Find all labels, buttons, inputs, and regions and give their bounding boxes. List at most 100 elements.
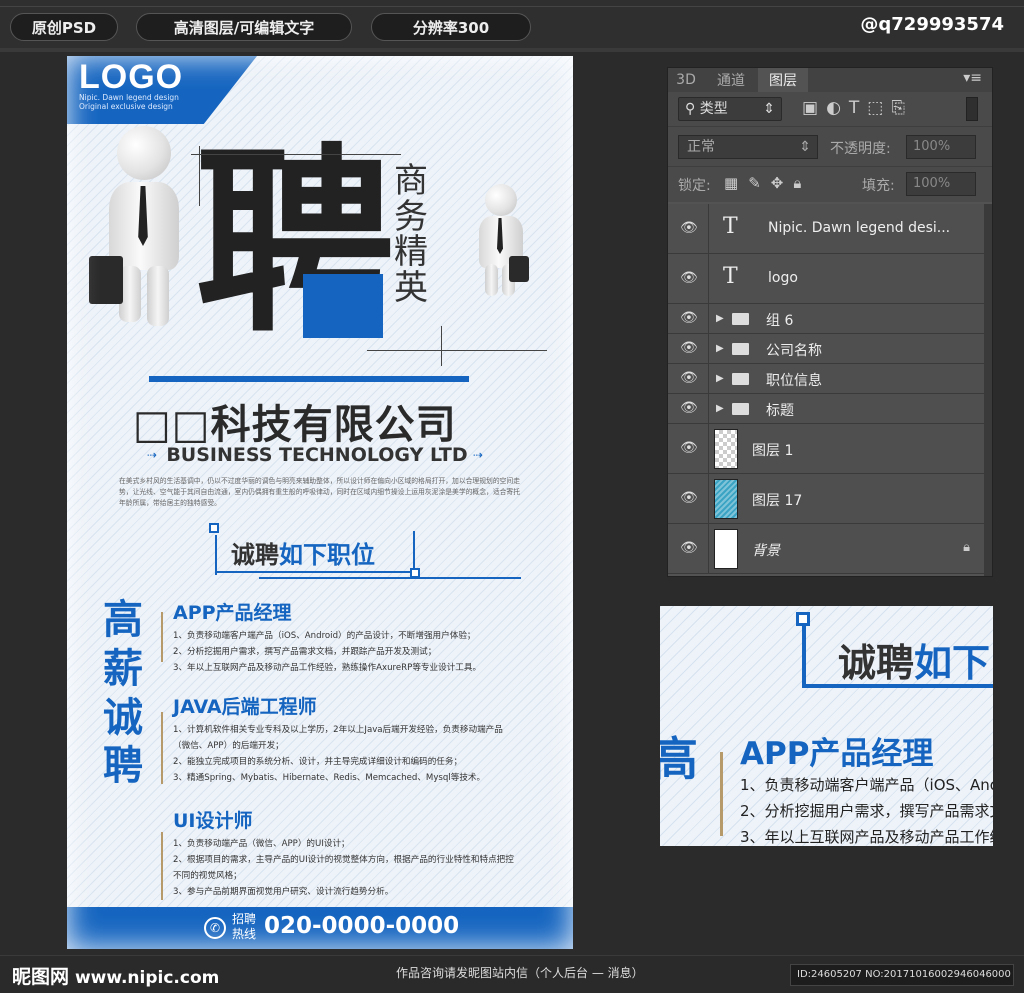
job-requirement: （微信、APP）的后端开发； bbox=[173, 740, 284, 751]
layer-item-group-6[interactable]: 👁︎ ▶ 组 6 bbox=[668, 304, 992, 334]
lock-move-icon[interactable]: ✥ bbox=[771, 174, 794, 192]
banner-underline bbox=[259, 577, 521, 579]
text-filter-icon[interactable]: T bbox=[849, 98, 867, 118]
folder-icon bbox=[732, 313, 749, 325]
filter-row: ⚲ 类型 ⇕ ▣◐T⬚⎘ bbox=[668, 92, 992, 126]
zoom-job-line: 2、分析挖掘用户需求，撰写产品需求文 bbox=[740, 802, 993, 820]
job-requirement: 3、年以上互联网产品及移动产品工作经验，熟练操作AxureRP等专业设计工具。 bbox=[173, 662, 482, 673]
zoom-banner-blue: 如下 bbox=[914, 641, 991, 685]
tab-channels[interactable]: 通道 bbox=[706, 68, 756, 92]
layer-thumbnail bbox=[714, 529, 738, 569]
eye-icon[interactable]: 👁︎ bbox=[680, 340, 698, 356]
image-filter-icon[interactable]: ▣ bbox=[802, 98, 826, 118]
kind-filter-value: 类型 bbox=[699, 101, 728, 117]
filter-icons[interactable]: ▣◐T⬚⎘ bbox=[802, 98, 913, 118]
banner-dark-text: 诚聘 bbox=[231, 541, 279, 569]
eye-icon[interactable]: 👁︎ bbox=[680, 310, 698, 326]
site-brand[interactable]: 昵图网 www.nipic.com bbox=[12, 962, 219, 989]
eye-icon[interactable]: 👁︎ bbox=[680, 540, 698, 556]
adjustment-filter-icon[interactable]: ◐ bbox=[826, 98, 849, 118]
frame-line bbox=[199, 146, 200, 206]
layer-item-layer-17[interactable]: 👁︎ 图层 17 bbox=[668, 474, 992, 524]
layer-item-logo-text[interactable]: 👁︎ T logo bbox=[668, 254, 992, 304]
frame-line bbox=[191, 154, 401, 155]
tab-3d[interactable]: 3D bbox=[668, 68, 704, 92]
layer-name: 组 6 bbox=[766, 313, 794, 329]
positions-banner-text: 诚聘如下职位 bbox=[231, 535, 375, 570]
zoom-slogan-char: 高 bbox=[660, 732, 698, 786]
opacity-input[interactable]: 100% bbox=[906, 135, 976, 159]
elite-vertical-text: 商务精英 bbox=[394, 161, 428, 309]
contact-id: @q729993574 bbox=[860, 14, 1004, 35]
layer-item-background[interactable]: 👁︎ 背景 🔒︎ bbox=[668, 524, 992, 574]
layer-item-job-info[interactable]: 👁︎ ▶ 职位信息 bbox=[668, 364, 992, 394]
lock-pixels-icon[interactable]: ▦ bbox=[724, 174, 748, 192]
lock-row: 锁定: ▦✎✥🔒︎ 填充: 100% bbox=[668, 166, 992, 202]
top-bar: 原创PSD 高清图层/可编辑文字 分辨率300 @q729993574 bbox=[0, 0, 1024, 52]
layer-separator bbox=[708, 204, 709, 253]
logo-text: LOGO bbox=[79, 58, 184, 96]
frame-line bbox=[367, 350, 547, 351]
job-requirement: 2、根据项目的需求，主导产品的UI设计的视觉整体方向，根据产品的行业特性和特点把… bbox=[173, 854, 514, 865]
hotline-footer: ✆ 招聘热线 020-0000-0000 bbox=[67, 907, 573, 949]
expand-triangle-icon[interactable]: ▶ bbox=[716, 343, 724, 354]
job-requirement: 3、参与产品前期界面视觉用户研究、设计流行趋势分析。 bbox=[173, 886, 394, 897]
shape-filter-icon[interactable]: ⬚ bbox=[867, 98, 891, 118]
opacity-label: 不透明度: bbox=[830, 141, 891, 157]
text-layer-icon: T bbox=[723, 214, 738, 239]
job-divider bbox=[161, 712, 163, 784]
layer-item-title[interactable]: 👁︎ ▶ 标题 bbox=[668, 394, 992, 424]
lock-all-icon[interactable]: 🔒︎ bbox=[793, 174, 811, 192]
layer-item-nipic-text[interactable]: 👁︎ T Nipic. Dawn legend desi... bbox=[668, 204, 992, 254]
fill-input[interactable]: 100% bbox=[906, 172, 976, 196]
layer-scrollbar[interactable] bbox=[984, 204, 992, 576]
job-ui-designer: UI设计师 1、负责移动端产品（微信、APP）的UI设计； 2、根据项目的需求，… bbox=[173, 806, 563, 901]
eye-icon[interactable]: 👁︎ bbox=[680, 400, 698, 416]
job-divider bbox=[161, 612, 163, 662]
blend-row: 正常 ⇕ 不透明度: 100% bbox=[668, 126, 992, 166]
panel-menu-icon[interactable]: ▾≡ bbox=[963, 70, 982, 86]
businessman-figure-left bbox=[89, 126, 189, 336]
eye-icon[interactable]: 👁︎ bbox=[680, 440, 698, 456]
job-divider bbox=[161, 832, 163, 900]
zoom-preview: 诚聘如下 高 APP产品经理 1、负责移动端客户端产品（iOS、Andro 2、… bbox=[660, 606, 993, 846]
layer-name: 图层 1 bbox=[752, 443, 794, 459]
site-url: www.nipic.com bbox=[74, 968, 220, 988]
logo-subtitle-2: Original exclusive design bbox=[79, 102, 173, 111]
filter-toggle[interactable] bbox=[966, 97, 978, 121]
blend-mode-value: 正常 bbox=[687, 139, 715, 155]
eye-icon[interactable]: 👁︎ bbox=[680, 370, 698, 386]
blend-mode-select[interactable]: 正常 ⇕ bbox=[678, 135, 818, 159]
lock-icons[interactable]: ▦✎✥🔒︎ bbox=[724, 174, 811, 192]
lock-icon: 🔒︎ bbox=[963, 540, 970, 555]
smart-object-filter-icon[interactable]: ⎘ bbox=[891, 98, 913, 118]
panel-tabs: 3D 通道 图层 ▾≡ bbox=[668, 68, 992, 92]
briefcase-icon bbox=[89, 256, 123, 304]
job-requirement: 不同的视觉风格； bbox=[173, 870, 242, 881]
updown-icon: ⇕ bbox=[763, 101, 775, 117]
layer-separator bbox=[708, 254, 709, 303]
figure-leg bbox=[147, 266, 169, 326]
layer-item-company-name[interactable]: 👁︎ ▶ 公司名称 bbox=[668, 334, 992, 364]
kind-filter-select[interactable]: ⚲ 类型 ⇕ bbox=[678, 97, 782, 121]
figure-head bbox=[485, 184, 517, 216]
expand-triangle-icon[interactable]: ▶ bbox=[716, 313, 724, 324]
layer-list: 👁︎ T Nipic. Dawn legend desi... 👁︎ T log… bbox=[668, 204, 992, 574]
lock-paint-icon[interactable]: ✎ bbox=[748, 174, 771, 192]
expand-triangle-icon[interactable]: ▶ bbox=[716, 403, 724, 414]
eye-icon[interactable]: 👁︎ bbox=[680, 220, 698, 236]
job-requirement: 2、能独立完成项目的系统分析、设计，并主导完成详细设计和编码的任务； bbox=[173, 756, 463, 767]
eye-icon[interactable]: 👁︎ bbox=[680, 270, 698, 286]
eye-icon[interactable]: 👁︎ bbox=[680, 490, 698, 506]
expand-triangle-icon[interactable]: ▶ bbox=[716, 373, 724, 384]
banner-edge bbox=[215, 535, 217, 575]
job-requirement: 3、精通Spring、Mybatis、Hibernate、Redis、Memca… bbox=[173, 772, 486, 783]
layer-separator bbox=[708, 334, 709, 363]
folder-icon bbox=[732, 373, 749, 385]
figure-head bbox=[117, 126, 171, 180]
zoom-banner-text: 诚聘如下 bbox=[838, 632, 990, 687]
layer-item-layer-1[interactable]: 👁︎ 图层 1 bbox=[668, 424, 992, 474]
banner-blue-text: 如下职位 bbox=[279, 541, 375, 569]
tab-layers[interactable]: 图层 bbox=[758, 68, 808, 92]
layer-separator bbox=[708, 424, 709, 473]
